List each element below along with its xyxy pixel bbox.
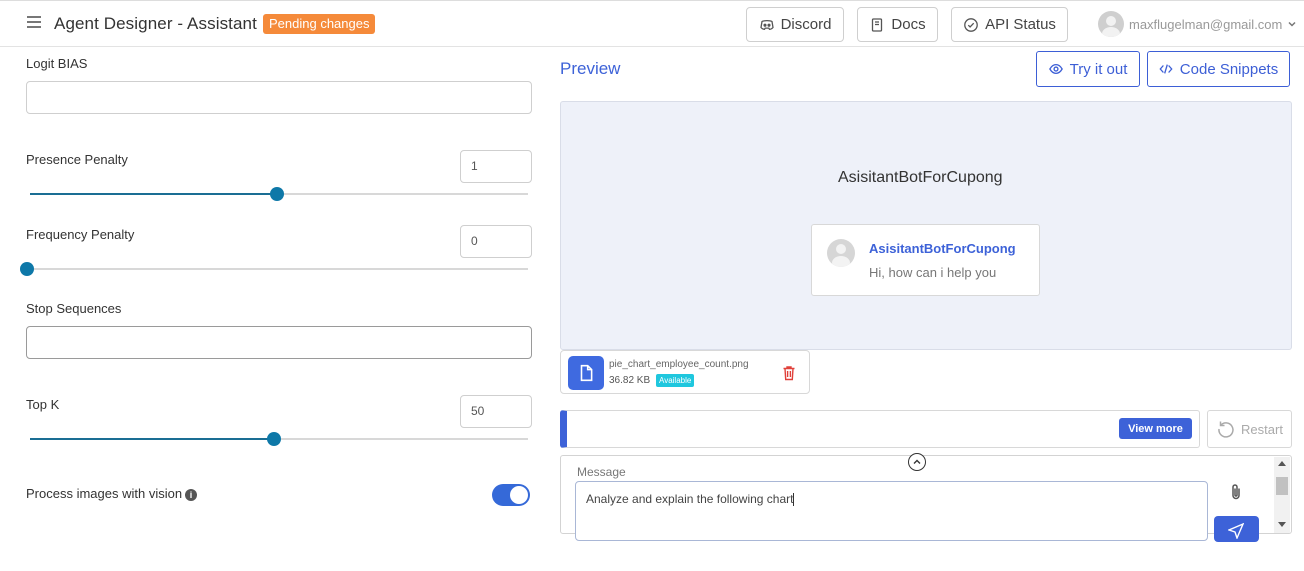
try-it-out-button[interactable]: Try it out bbox=[1036, 51, 1140, 87]
collapse-button[interactable] bbox=[908, 453, 926, 471]
stop-sequences-label: Stop Sequences bbox=[26, 301, 122, 316]
top-bar: Agent Designer - Assistant Pending chang… bbox=[0, 0, 1304, 47]
user-menu[interactable]: maxflugelman@gmail.com bbox=[1098, 11, 1297, 37]
frequency-penalty-input[interactable]: 0 bbox=[460, 225, 532, 258]
pending-changes-badge: Pending changes bbox=[263, 14, 376, 34]
file-name: pie_chart_employee_count.png bbox=[609, 359, 749, 370]
scroll-down-arrow[interactable] bbox=[1278, 522, 1286, 527]
attached-file: pie_chart_employee_count.png 36.82 KB Av… bbox=[560, 350, 810, 394]
check-badge-icon bbox=[964, 17, 978, 32]
stop-sequences-input[interactable] bbox=[26, 326, 532, 359]
bot-message-card: AsisitantBotForCupong Hi, how can i help… bbox=[811, 224, 1040, 296]
discord-button[interactable]: Discord bbox=[746, 7, 844, 42]
book-icon bbox=[872, 17, 883, 32]
hamburger-menu-icon[interactable] bbox=[27, 16, 41, 28]
preview-title: Preview bbox=[560, 59, 621, 78]
response-status-bar bbox=[560, 410, 1200, 448]
send-icon bbox=[1228, 523, 1244, 539]
slider-thumb[interactable] bbox=[267, 432, 281, 446]
logit-bias-input[interactable] bbox=[26, 81, 532, 114]
slider-thumb[interactable] bbox=[20, 262, 34, 276]
chevron-down-icon bbox=[1288, 21, 1296, 27]
discord-icon bbox=[759, 19, 774, 30]
file-size: 36.82 KB bbox=[609, 375, 651, 386]
restart-label: Restart bbox=[1241, 421, 1283, 437]
slider-fill bbox=[30, 193, 277, 195]
api-status-label: API Status bbox=[985, 16, 1056, 33]
code-icon bbox=[1159, 64, 1173, 74]
code-snippets-label: Code Snippets bbox=[1179, 60, 1279, 78]
bot-name: AsisitantBotForCupong bbox=[838, 169, 1003, 186]
eye-icon bbox=[1048, 63, 1063, 75]
trash-icon[interactable] bbox=[782, 365, 796, 381]
presence-penalty-label: Presence Penalty bbox=[26, 152, 128, 167]
slider-track bbox=[27, 268, 528, 270]
docs-button[interactable]: Docs bbox=[857, 7, 938, 42]
presence-penalty-slider[interactable] bbox=[30, 187, 528, 201]
chevron-up-icon bbox=[913, 459, 921, 464]
scroll-thumb[interactable] bbox=[1276, 477, 1288, 495]
slider-fill bbox=[30, 438, 274, 440]
vision-option: Process images with vision i bbox=[26, 486, 198, 501]
paperclip-icon[interactable] bbox=[1228, 483, 1244, 501]
bot-greeting: Hi, how can i help you bbox=[869, 265, 997, 280]
send-button[interactable] bbox=[1214, 516, 1259, 542]
code-snippets-button[interactable]: Code Snippets bbox=[1147, 51, 1290, 87]
avatar bbox=[1098, 11, 1124, 37]
file-status-badge: Available bbox=[656, 374, 695, 387]
card-bot-name: AsisitantBotForCupong bbox=[869, 241, 1016, 256]
api-status-button[interactable]: API Status bbox=[951, 7, 1068, 42]
docs-label: Docs bbox=[891, 16, 926, 33]
bot-avatar bbox=[827, 239, 855, 267]
message-scrollbar[interactable] bbox=[1274, 457, 1290, 533]
vision-toggle[interactable] bbox=[492, 484, 530, 506]
scroll-up-arrow[interactable] bbox=[1278, 461, 1286, 466]
message-input[interactable]: Analyze and explain the following chart bbox=[575, 481, 1208, 541]
user-email: maxflugelman@gmail.com bbox=[1129, 16, 1283, 32]
page-title: Agent Designer - Assistant bbox=[54, 14, 257, 33]
restart-button[interactable]: Restart bbox=[1207, 410, 1292, 448]
top-k-label: Top K bbox=[26, 397, 60, 412]
slider-thumb[interactable] bbox=[270, 187, 284, 201]
info-icon[interactable]: i bbox=[185, 488, 198, 501]
logit-bias-label: Logit BIAS bbox=[26, 56, 88, 71]
frequency-penalty-slider[interactable] bbox=[20, 262, 528, 276]
restart-icon bbox=[1218, 421, 1234, 438]
view-more-button[interactable]: View more bbox=[1119, 418, 1192, 439]
top-k-input[interactable]: 50 bbox=[460, 395, 532, 428]
presence-penalty-input[interactable]: 1 bbox=[460, 150, 532, 183]
file-icon bbox=[568, 356, 604, 390]
top-k-slider[interactable] bbox=[30, 432, 528, 446]
try-it-out-label: Try it out bbox=[1069, 60, 1128, 78]
message-label: Message bbox=[577, 465, 626, 479]
vision-label: Process images with vision bbox=[26, 486, 183, 501]
message-text: Analyze and explain the following chart bbox=[586, 492, 794, 506]
text-caret bbox=[793, 493, 795, 507]
frequency-penalty-label: Frequency Penalty bbox=[26, 227, 135, 242]
discord-label: Discord bbox=[780, 16, 832, 33]
